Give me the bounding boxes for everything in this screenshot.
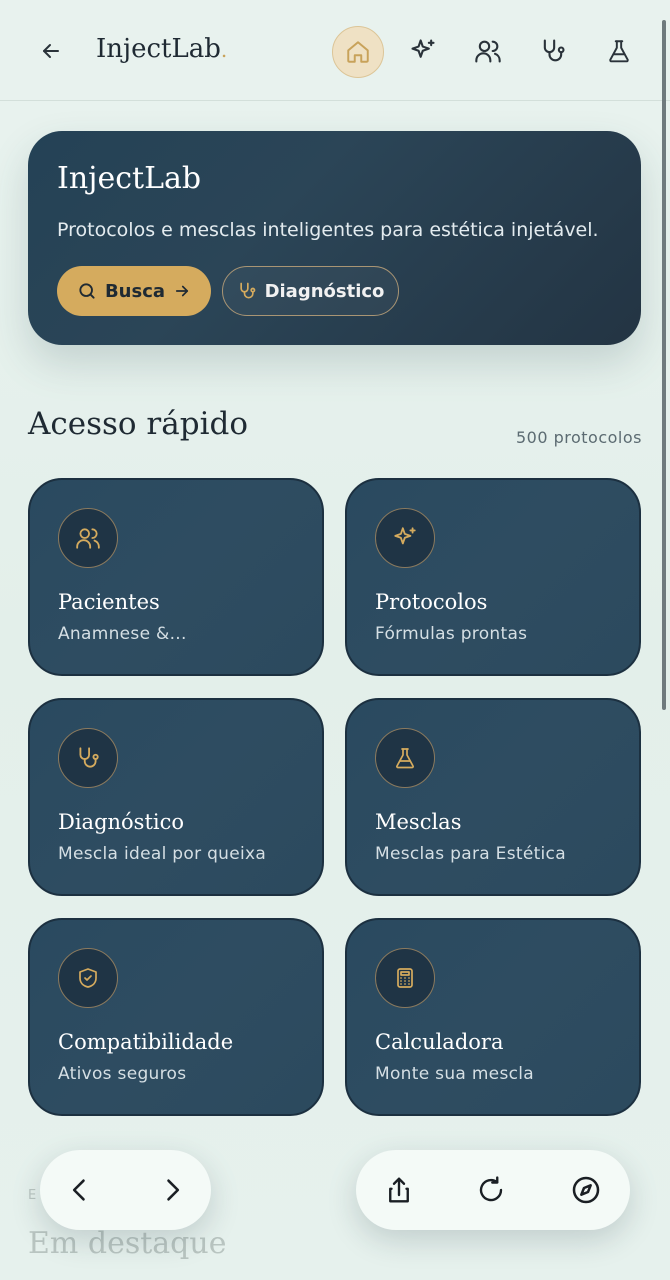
share-button[interactable]	[379, 1170, 419, 1210]
card-title: Diagnóstico	[58, 810, 185, 834]
nav-diagnosis[interactable]	[528, 26, 578, 76]
calculator-icon	[397, 968, 413, 988]
hero-title: InjectLab	[57, 161, 202, 196]
card-subtitle: Fórmulas prontas	[375, 624, 528, 644]
compass-button[interactable]	[566, 1170, 606, 1210]
hero-banner: InjectLab Protocolos e mesclas inteligen…	[28, 131, 641, 345]
browser-forward-button[interactable]	[152, 1170, 192, 1210]
card-title: Compatibilidade	[58, 1030, 234, 1054]
diagnosis-button[interactable]: Diagnóstico	[222, 266, 399, 316]
chevron-left-icon	[72, 1179, 85, 1201]
flask-icon	[396, 748, 414, 769]
chevron-right-icon	[167, 1179, 180, 1201]
search-button[interactable]: Busca	[57, 266, 211, 316]
scrollbar[interactable]	[662, 20, 666, 710]
users-icon	[475, 40, 501, 63]
arrow-right-icon	[175, 285, 189, 297]
search-button-label: Busca	[104, 280, 166, 302]
app-header: InjectLab.	[0, 0, 670, 101]
card-subtitle: Mescla ideal por queixa	[58, 844, 267, 864]
card-title: Pacientes	[58, 590, 160, 614]
nav-protocols[interactable]	[398, 26, 448, 76]
stethoscope-icon	[543, 39, 565, 62]
card-subtitle: Mesclas para Estética	[375, 844, 566, 864]
flask-icon	[609, 40, 629, 63]
compass-icon	[572, 1176, 600, 1204]
arrow-left-icon	[43, 44, 59, 58]
nav-home[interactable]	[332, 26, 384, 78]
card-compatibility[interactable]: Compatibilidade Ativos seguros	[28, 918, 324, 1116]
card-diagnosis[interactable]: Diagnóstico Mescla ideal por queixa	[28, 698, 324, 896]
stethoscope-icon	[79, 747, 99, 768]
section-title: Acesso rápido	[28, 406, 248, 442]
browser-action-controls	[356, 1150, 630, 1230]
shield-check-icon	[79, 968, 97, 988]
card-protocols[interactable]: Protocolos Fórmulas prontas	[345, 478, 641, 676]
card-title: Calculadora	[375, 1030, 504, 1054]
reload-button[interactable]	[471, 1170, 511, 1210]
home-icon	[347, 41, 369, 63]
card-patients[interactable]: Pacientes Anamnese &...	[28, 478, 324, 676]
diagnosis-button-label: Diagnóstico	[264, 280, 385, 302]
featured-eyebrow: E	[28, 1188, 38, 1203]
featured-title: Em destaque	[28, 1226, 227, 1261]
share-icon	[389, 1177, 409, 1203]
card-calculator[interactable]: Calculadora Monte sua mescla	[345, 918, 641, 1116]
hero-subtitle: Protocolos e mesclas inteligentes para e…	[57, 219, 599, 241]
card-title: Protocolos	[375, 590, 488, 614]
browser-history-controls	[40, 1150, 211, 1230]
card-mixes[interactable]: Mesclas Mesclas para Estética	[345, 698, 641, 896]
card-subtitle: Monte sua mescla	[375, 1064, 534, 1084]
nav-patients[interactable]	[463, 26, 513, 76]
stethoscope-icon	[239, 282, 255, 299]
back-button[interactable]	[34, 34, 68, 68]
browser-back-button[interactable]	[60, 1170, 100, 1210]
nav-mixes[interactable]	[594, 26, 644, 76]
reload-icon	[479, 1176, 503, 1202]
card-subtitle: Ativos seguros	[58, 1064, 187, 1084]
card-title: Mesclas	[375, 810, 462, 834]
card-subtitle: Anamnese &...	[58, 624, 187, 644]
brand-logo: InjectLab.	[96, 34, 228, 64]
sparkles-icon	[394, 527, 416, 545]
users-icon	[76, 528, 100, 549]
sparkles-icon	[411, 39, 435, 58]
protocol-count: 500 protocolos	[515, 428, 642, 447]
search-icon	[79, 283, 95, 299]
